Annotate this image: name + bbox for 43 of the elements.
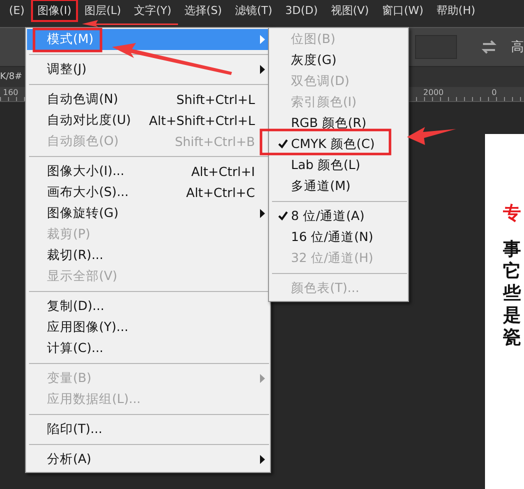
menu-title[interactable]: 选择(S) — [179, 1, 227, 20]
menu-title[interactable]: 视图(V) — [326, 1, 374, 20]
menu-item[interactable]: 自动色调(N) Shift+Ctrl+L — [27, 89, 269, 110]
menu-item[interactable]: 分析(A) — [27, 449, 269, 470]
document-text: 瓷 — [503, 328, 522, 348]
menu-title[interactable]: 图层(L) — [79, 1, 126, 20]
document-text: 专 — [503, 204, 522, 224]
menu-item[interactable]: 复制(D)... — [27, 296, 269, 317]
menu-item[interactable]: RGB 颜色(R) — [270, 113, 407, 134]
menu-title[interactable]: 文字(Y) — [129, 1, 176, 20]
menu-title[interactable]: 图像(I) — [32, 1, 76, 20]
menu-title[interactable]: 窗口(W) — [376, 1, 428, 20]
document-tab[interactable]: K/8# — [0, 72, 22, 82]
menu-item[interactable]: CMYK 颜色(C) — [270, 134, 407, 155]
menu-item[interactable]: 应用图像(Y)... — [27, 317, 269, 338]
menu-item[interactable]: 图像大小(I)... Alt+Ctrl+I — [27, 161, 269, 182]
document-text: 事 — [503, 240, 522, 260]
menu-item[interactable]: 8 位/通道(A) — [270, 206, 407, 227]
menu-item[interactable]: Lab 颜色(L) — [270, 155, 407, 176]
menu-item[interactable]: 自动对比度(U) Alt+Shift+Ctrl+L — [27, 110, 269, 131]
menu-title[interactable]: 帮助(H) — [431, 1, 480, 20]
menu-item[interactable]: 多通道(M) — [270, 176, 407, 197]
arrow-drawing — [407, 127, 456, 145]
document-text: 是 — [503, 306, 522, 326]
ruler-label: 160 — [3, 87, 18, 98]
option-label: 高 — [511, 39, 524, 56]
menu-item[interactable]: 图像旋转(G) — [27, 203, 269, 224]
menu-item[interactable]: 陷印(T)... — [27, 419, 269, 440]
menu-item[interactable]: 灰度(G) — [270, 50, 407, 71]
document-text: 些 — [503, 284, 522, 304]
menu-title[interactable]: 滤镜(T) — [230, 1, 278, 20]
menu-title[interactable]: 3D(D) — [280, 1, 323, 20]
document-text: 它 — [503, 262, 522, 282]
menu-item[interactable]: 计算(C)... — [27, 338, 269, 359]
menu-item[interactable]: 裁切(R)... — [27, 245, 269, 266]
menu-item[interactable]: 16 位/通道(N) — [270, 227, 407, 248]
menu-item[interactable]: 画布大小(S)... Alt+Ctrl+C — [27, 182, 269, 203]
swap-icon[interactable] — [481, 40, 497, 54]
menu-title[interactable]: (E) — [4, 1, 30, 20]
menu-item[interactable]: 调整(J) — [27, 59, 269, 80]
highlight-frame — [32, 28, 102, 52]
ruler-label: 2000 — [423, 87, 444, 98]
ruler-label: 0 — [492, 87, 497, 98]
